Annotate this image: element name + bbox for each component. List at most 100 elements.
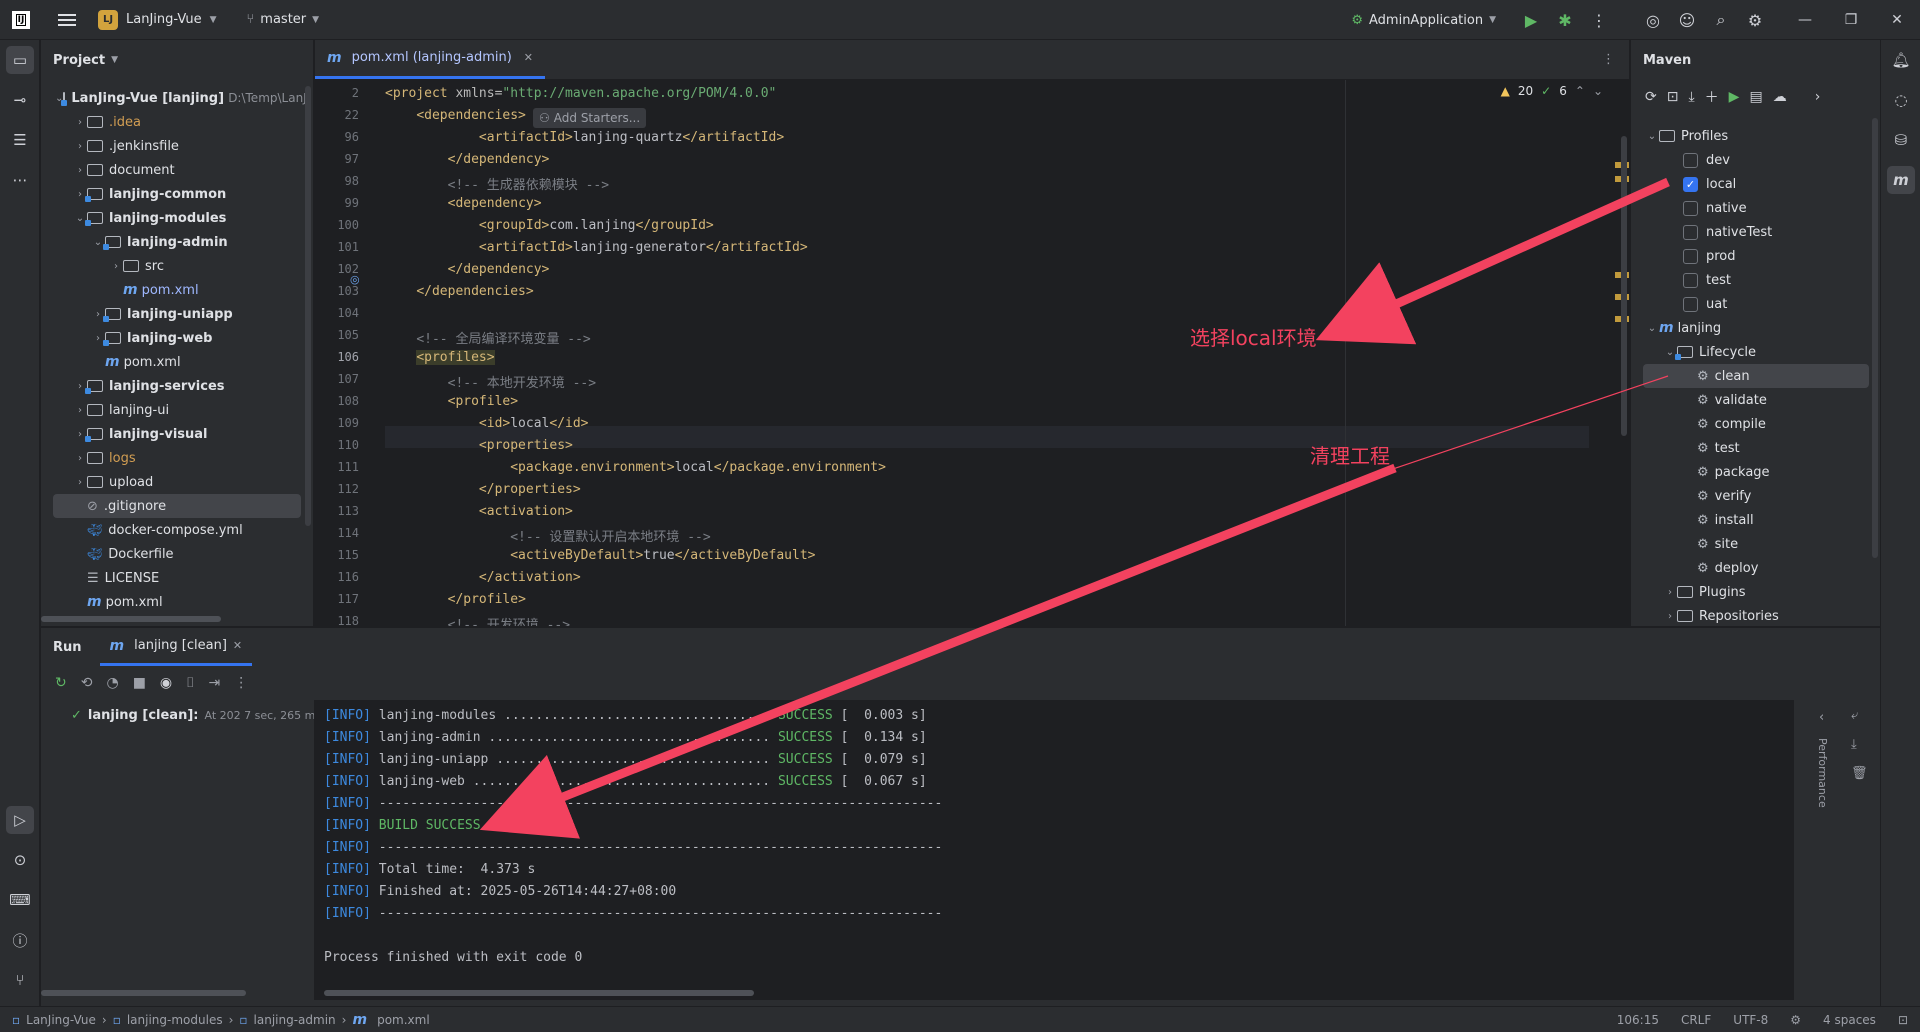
services-icon[interactable]: ⊙ (6, 846, 34, 874)
code-line[interactable]: <dependencies> (385, 108, 526, 123)
code-line[interactable]: <activation> (385, 504, 573, 519)
expand-more-icon[interactable]: › (1815, 89, 1821, 105)
code-line[interactable]: <dependency> (385, 196, 542, 211)
chevron-right-icon[interactable]: › (73, 477, 87, 488)
profile-uat[interactable]: uat (1631, 292, 1881, 316)
add-user-icon[interactable]: ☺ (1670, 11, 1704, 30)
notifications-icon[interactable]: 🔔︎ (1887, 46, 1915, 74)
code-line[interactable]: <groupId>com.lanjing</groupId> (385, 218, 714, 233)
more-tools-icon[interactable]: ⋯ (6, 166, 34, 194)
offline-icon[interactable]: ☁ (1773, 89, 1787, 105)
chevron-right-icon[interactable]: › (73, 141, 87, 152)
tree-item[interactable]: › lanjing-common (41, 182, 301, 206)
editor-tab-pom[interactable]: m pom.xml (lanjing-admin) ✕ (315, 39, 546, 79)
code-line[interactable]: </dependency> (385, 262, 550, 277)
lifecycle-package[interactable]: ⚙ package (1631, 460, 1881, 484)
git-icon[interactable]: ⑂ (6, 966, 34, 994)
file-encoding[interactable]: UTF-8 (1733, 1013, 1768, 1027)
project-panel-header[interactable]: Project ▼ (41, 40, 313, 80)
tree-item[interactable]: m pom.xml (41, 590, 301, 614)
maven-repositories-node[interactable]: › Repositories (1631, 604, 1881, 628)
debug-icon[interactable]: ✱ (1548, 11, 1582, 30)
tree-item[interactable]: › lanjing-visual (41, 422, 301, 446)
main-menu-icon[interactable] (58, 13, 76, 26)
console-output[interactable]: [INFO] lanjing-modules .................… (314, 700, 1794, 1000)
code-area[interactable]: <project xmlns="http://maven.apache.org/… (385, 80, 1609, 626)
tree-item[interactable]: › .jenkinsfile (41, 134, 301, 158)
breadcrumb-item[interactable]: lanjing-admin (254, 1013, 336, 1027)
editor-vertical-scrollbar[interactable] (1621, 136, 1627, 436)
code-line[interactable]: </activation> (385, 570, 581, 585)
execute-goal-icon[interactable]: ▤ (1749, 89, 1762, 105)
more-actions-icon[interactable]: ⋮ (1582, 11, 1616, 30)
tree-item[interactable]: › lanjing-services (41, 374, 301, 398)
lifecycle-site[interactable]: ⚙ site (1631, 532, 1881, 556)
chevron-right-icon[interactable]: › (73, 453, 87, 464)
maven-scrollbar[interactable] (1872, 118, 1878, 558)
generate-sources-icon[interactable]: ⊡ (1667, 89, 1679, 105)
soft-wrap-icon[interactable]: ⤶ (1851, 708, 1868, 723)
scroll-to-end-icon[interactable]: ⤓ (1851, 737, 1868, 752)
caret-position[interactable]: 106:15 (1617, 1013, 1659, 1027)
code-line[interactable]: <!-- 全局编译环境变量 --> (385, 328, 590, 347)
chevron-open-icon[interactable]: ⌄ (1645, 323, 1659, 334)
run-tool-icon[interactable]: ▷ (6, 806, 34, 834)
maven-plugins-node[interactable]: › Plugins (1631, 580, 1881, 604)
performance-tab[interactable]: Performance (1816, 738, 1829, 808)
problems-icon[interactable]: ⓘ (6, 926, 34, 954)
reload-icon[interactable]: ⟳ (1645, 89, 1657, 105)
code-line[interactable]: </dependencies> (385, 284, 533, 299)
tree-item[interactable]: › upload (41, 470, 301, 494)
profile-checkbox[interactable] (1683, 296, 1698, 312)
console-scrollbar[interactable] (324, 990, 754, 996)
project-folder-icon[interactable]: ▭ (6, 46, 34, 74)
project-switcher[interactable]: LJ LanJing-Vue ▼ (98, 9, 216, 30)
code-line[interactable]: <profile> (385, 394, 518, 409)
profile-nativeTest[interactable]: nativeTest (1631, 220, 1881, 244)
lifecycle-compile[interactable]: ⚙ compile (1631, 412, 1881, 436)
chevron-right-icon[interactable]: › (109, 261, 123, 272)
lifecycle-test[interactable]: ⚙ test (1631, 436, 1881, 460)
tree-item[interactable]: › lanjing-uniapp (41, 302, 301, 326)
code-line[interactable]: <artifactId>lanjing-generator</artifactI… (385, 240, 808, 255)
tree-item[interactable]: › lanjing-ui (41, 398, 301, 422)
profile-checkbox[interactable] (1683, 224, 1698, 240)
database-icon[interactable]: ⛁ (1887, 126, 1915, 154)
tree-item[interactable]: › logs (41, 446, 301, 470)
chevron-open-icon[interactable]: ⌄ (1645, 131, 1659, 142)
chevron-right-icon[interactable]: › (1663, 587, 1677, 598)
code-line[interactable]: <id>local</id> (385, 416, 589, 431)
tree-item[interactable]: ⊘ .gitignore (53, 494, 301, 518)
terminal-icon[interactable]: ⌨ (6, 886, 34, 914)
rerun-icon[interactable]: ↻ (55, 675, 67, 691)
run-maven-icon[interactable]: ▶ (1729, 89, 1740, 105)
breadcrumb-item[interactable]: pom.xml (377, 1013, 430, 1027)
clear-all-icon[interactable]: 🗑︎ (1851, 766, 1868, 781)
code-line[interactable]: </dependency> (385, 152, 550, 167)
code-line[interactable]: <properties> (385, 438, 573, 453)
maven-lifecycle-node[interactable]: ⌄ Lifecycle (1631, 340, 1881, 364)
add-icon[interactable]: ＋ (1705, 87, 1719, 107)
tree-root[interactable]: ⌄ LanJing-Vue [lanjing] D:\Temp\LanJ (41, 86, 307, 110)
chevron-right-icon[interactable]: › (73, 405, 87, 416)
rerun-failed-icon[interactable]: ⟲ (81, 675, 93, 691)
code-line[interactable]: </profile> (385, 592, 526, 607)
code-line[interactable]: <!-- 设置默认开启本地环境 --> (385, 526, 710, 545)
profile-checkbox[interactable] (1683, 248, 1698, 264)
tree-item[interactable]: › src (41, 254, 301, 278)
code-line[interactable]: <package.environment>local</package.envi… (385, 460, 886, 475)
tree-item[interactable]: ⌄ lanjing-admin (41, 230, 301, 254)
code-line[interactable]: <!-- 生成器依赖模块 --> (385, 174, 609, 193)
lifecycle-clean[interactable]: ⚙ clean (1643, 364, 1869, 388)
code-line[interactable]: <!-- 开发环境 --> (385, 614, 570, 626)
maven-project-node[interactable]: ⌄ m lanjing (1631, 316, 1881, 340)
vcs-branch-switcher[interactable]: ⑂ master ▼ (246, 12, 319, 27)
settings-gear-icon[interactable]: ⚙ (1738, 11, 1772, 30)
vertical-scrollbar[interactable] (305, 86, 311, 526)
tree-item[interactable]: › .idea (41, 110, 301, 134)
run-tree-item[interactable]: ✓ lanjing [clean]: At 202 7 sec, 265 ms (71, 708, 321, 723)
minimize-icon[interactable]: — (1782, 12, 1828, 28)
code-line[interactable]: <project xmlns="http://maven.apache.org/… (385, 86, 776, 101)
collapse-arrow-icon[interactable]: ‹ (1819, 710, 1824, 725)
profile-checkbox[interactable]: ✓ (1683, 176, 1698, 192)
